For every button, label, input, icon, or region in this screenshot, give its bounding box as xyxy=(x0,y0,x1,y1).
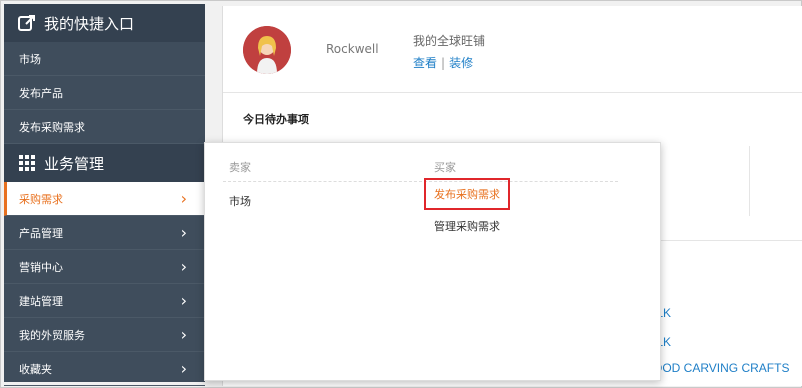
flyout-item-post-rfq[interactable]: 发布采购需求 xyxy=(424,178,510,210)
sidebar-item-label: 营销中心 xyxy=(19,260,63,274)
sidebar-item-label: 收藏夹 xyxy=(19,362,52,376)
sidebar-item-products[interactable]: 产品管理 › xyxy=(4,216,205,250)
chevron-right-icon: › xyxy=(180,291,187,310)
product-link[interactable]: OOD CARVING CRAFTS xyxy=(653,361,789,375)
view-link[interactable]: 查看 xyxy=(413,56,437,70)
external-link-icon xyxy=(18,15,35,31)
profile-section: Rockwell 我的全球旺铺 查看 | 装修 xyxy=(223,6,802,93)
sidebar-item-label: 我的外贸服务 xyxy=(19,328,85,342)
sidebar-item-favorites[interactable]: 收藏夹 › xyxy=(4,352,205,386)
chevron-right-icon: › xyxy=(180,359,187,378)
business-mgmt-title: 业务管理 xyxy=(44,154,105,173)
sidebar-item-label: 建站管理 xyxy=(19,294,63,308)
quick-access-title: 我的快捷入口 xyxy=(44,14,135,33)
chevron-right-icon: › xyxy=(180,189,187,208)
chevron-right-icon: › xyxy=(180,325,187,344)
quick-link-post-rfq[interactable]: 发布采购需求 xyxy=(4,110,205,144)
store-title: 我的全球旺铺 xyxy=(413,34,486,48)
sidebar-item-label: 采购需求 xyxy=(19,192,63,206)
quick-link-market[interactable]: 市场 xyxy=(4,42,205,76)
user-name: Rockwell xyxy=(326,42,379,56)
sidebar-item-label: 产品管理 xyxy=(19,226,63,240)
sidebar: 我的快捷入口 市场 发布产品 发布采购需求 业务管理 采购需求 › 产品管理 ›… xyxy=(4,4,205,386)
divider xyxy=(223,181,618,182)
sidebar-item-trade-services[interactable]: 我的外贸服务 › xyxy=(4,318,205,352)
buyer-column-header: 买家 xyxy=(434,161,456,174)
business-mgmt-header: 业务管理 xyxy=(4,144,205,182)
quick-link-post-product[interactable]: 发布产品 xyxy=(4,76,205,110)
todo-title: 今日待办事项 xyxy=(243,113,309,126)
grid-icon xyxy=(19,155,35,171)
seller-column-header: 卖家 xyxy=(229,161,251,174)
quick-access-header: 我的快捷入口 xyxy=(4,4,205,42)
chevron-right-icon: › xyxy=(180,257,187,276)
flyout-item-manage-rfq[interactable]: 管理采购需求 xyxy=(434,218,500,234)
store-links: 查看 | 装修 xyxy=(413,54,473,71)
rfq-flyout-menu: 卖家 买家 市场 发布采购需求 管理采购需求 xyxy=(204,142,661,381)
decorate-link[interactable]: 装修 xyxy=(449,56,473,70)
link-separator: | xyxy=(441,56,446,70)
sidebar-item-rfq[interactable]: 采购需求 › xyxy=(4,182,205,216)
flyout-item-market[interactable]: 市场 xyxy=(229,193,251,209)
divider xyxy=(749,146,750,216)
avatar xyxy=(243,26,291,74)
chevron-right-icon: › xyxy=(180,223,187,242)
sidebar-item-site[interactable]: 建站管理 › xyxy=(4,284,205,318)
user-avatar-icon xyxy=(243,26,291,74)
sidebar-item-marketing[interactable]: 营销中心 › xyxy=(4,250,205,284)
